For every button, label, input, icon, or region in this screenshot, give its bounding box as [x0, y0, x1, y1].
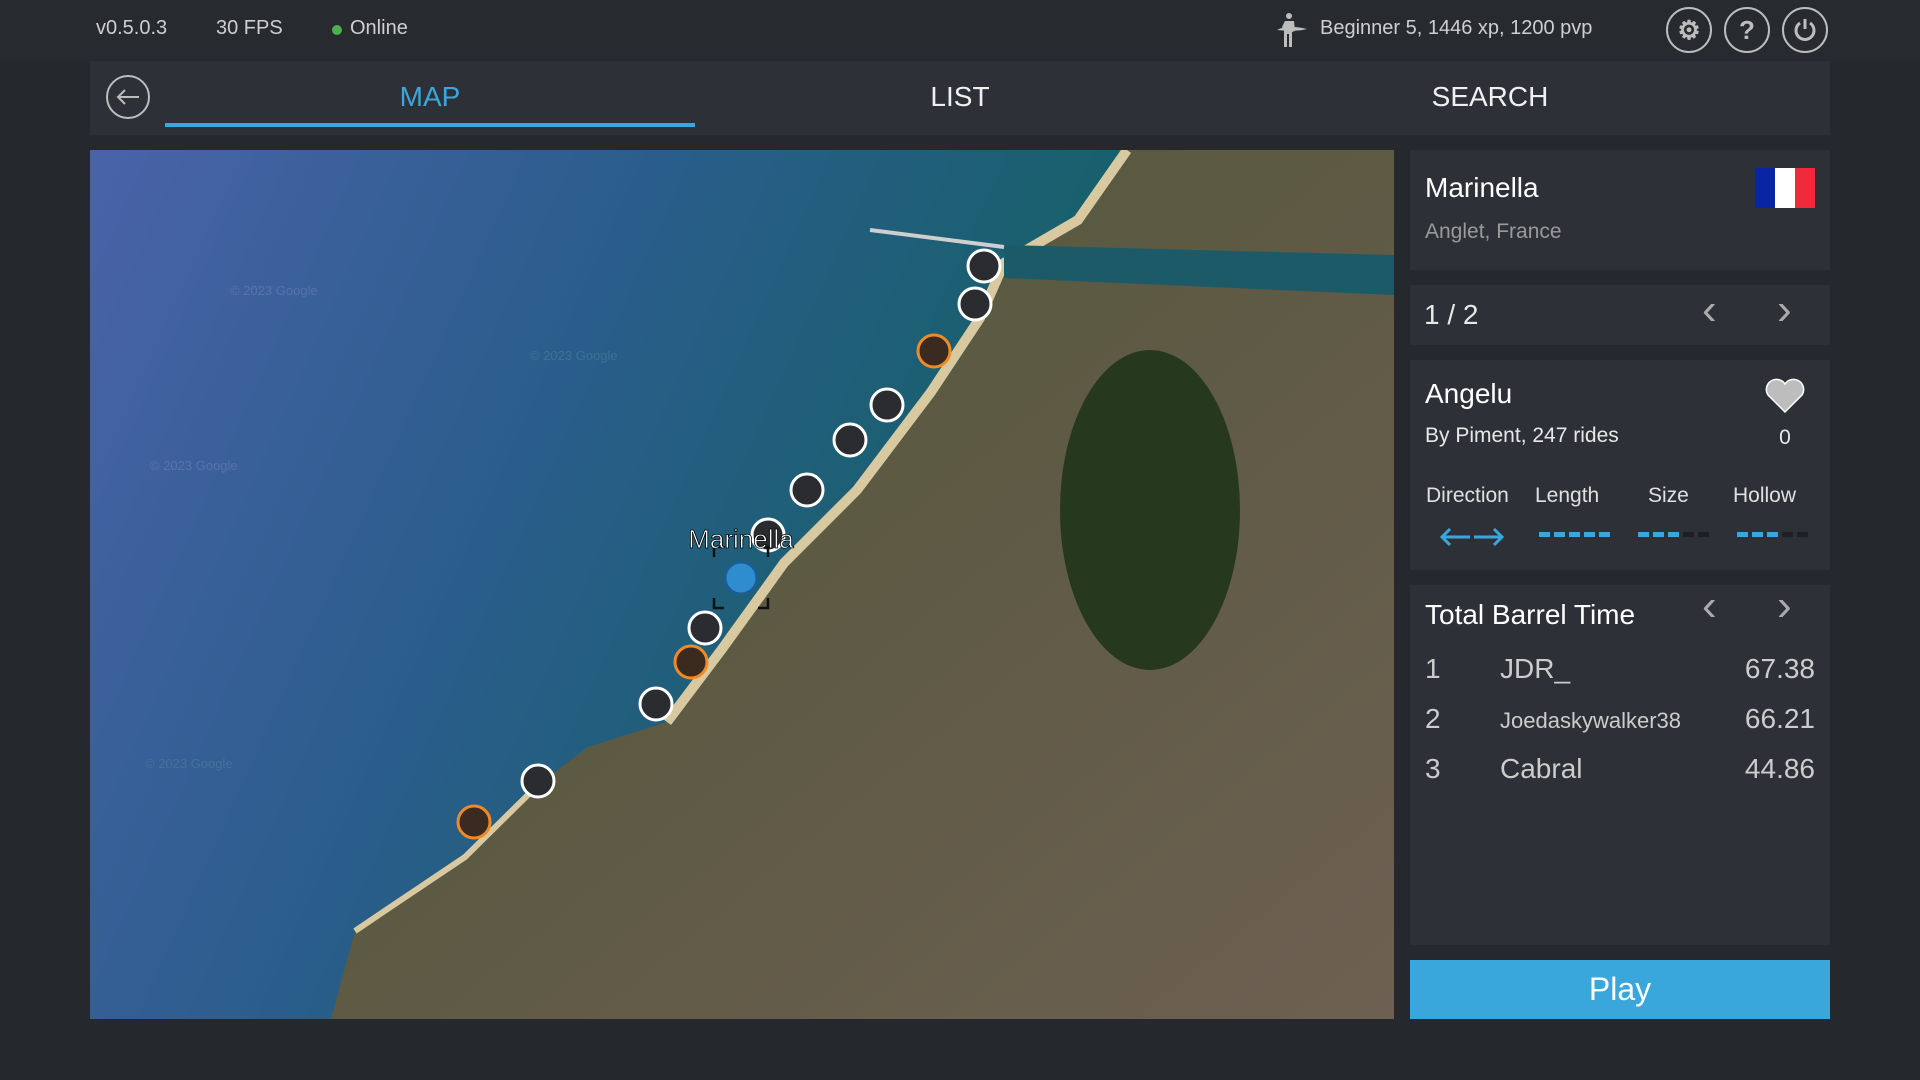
player-stats: Beginner 5, 1446 xp, 1200 pvp	[1320, 17, 1593, 39]
heart-icon[interactable]	[1764, 378, 1806, 414]
level-segment	[1584, 532, 1595, 537]
level-segment	[1683, 532, 1694, 537]
power-icon	[1794, 19, 1816, 41]
chevron-left-icon: ‹	[1702, 581, 1717, 630]
settings-icon: ⚙	[1677, 14, 1701, 45]
tab-map[interactable]: MAP	[165, 81, 695, 113]
rank: 1	[1425, 653, 1441, 684]
level-segment	[1698, 532, 1709, 537]
surfer-icon	[1277, 13, 1307, 47]
location-name: Marinella	[1425, 172, 1539, 203]
settings-button[interactable]: ⚙	[1666, 7, 1712, 53]
prev-leaderboard-button[interactable]: ‹	[1702, 581, 1717, 631]
spot-marker[interactable]	[789, 472, 825, 508]
level-segment	[1599, 532, 1610, 537]
likes-count: 0	[1779, 426, 1791, 449]
fps-label: 30 FPS	[216, 17, 283, 39]
level-segment	[1539, 532, 1550, 537]
length-level-bar	[1539, 532, 1610, 537]
spot-marker[interactable]	[687, 610, 723, 646]
selected-spot-marker[interactable]	[723, 560, 759, 596]
hollow-label: Hollow	[1733, 484, 1797, 507]
spot-marker[interactable]	[638, 686, 674, 722]
version-label: v0.5.0.3	[96, 17, 168, 39]
spot-byline: By Piment, 247 rides	[1425, 424, 1619, 447]
satellite-map[interactable]: © 2023 Google © 2023 Google © 2023 Googl…	[90, 150, 1394, 1019]
arrow-left-icon	[116, 89, 139, 105]
chevron-right-icon: ›	[1777, 581, 1792, 630]
spot-marker-orange[interactable]	[673, 644, 709, 680]
play-button[interactable]: Play	[1410, 960, 1830, 1019]
score: 44.86	[1744, 753, 1815, 784]
level-segment	[1782, 532, 1793, 537]
online-status: Online	[350, 17, 408, 39]
tab-list[interactable]: LIST	[695, 81, 1225, 113]
chevron-right-icon: ›	[1777, 285, 1792, 334]
svg-text:© 2023 Google: © 2023 Google	[145, 756, 233, 771]
level-segment	[1797, 532, 1808, 537]
level-segment	[1638, 532, 1649, 537]
level-segment	[1737, 532, 1748, 537]
level-segment	[1554, 532, 1565, 537]
tab-bar: MAP LIST SEARCH	[90, 61, 1830, 135]
chevron-left-icon: ‹	[1702, 285, 1717, 334]
score: 67.38	[1744, 653, 1815, 684]
leaderboard-card: Total Barrel Time ‹ › 1 JDR_ 67.38 2 Joe…	[1410, 581, 1830, 945]
svg-text:© 2023 Google: © 2023 Google	[530, 348, 618, 363]
rank: 3	[1425, 753, 1441, 784]
score: 66.21	[1744, 703, 1815, 734]
hollow-level-bar	[1737, 532, 1808, 537]
spot-marker[interactable]	[966, 248, 1002, 284]
help-icon: ?	[1739, 14, 1755, 45]
top-bar: v0.5.0.3 30 FPS Online Beginner 5, 1446 …	[0, 0, 1920, 60]
spot-pager: 1 / 2 ‹ ›	[1410, 285, 1830, 345]
level-segment	[1653, 532, 1664, 537]
france-flag	[1755, 168, 1815, 208]
online-status-dot	[332, 25, 342, 35]
active-tab-indicator	[165, 123, 695, 127]
next-spot-button[interactable]: ›	[1777, 285, 1792, 335]
level-segment	[1668, 532, 1679, 537]
level-segment	[1767, 532, 1778, 537]
size-label: Size	[1648, 484, 1689, 507]
spot-card: Angelu By Piment, 247 rides 0 Direction …	[1410, 360, 1830, 570]
spot-marker[interactable]	[869, 387, 905, 423]
player-name: JDR_	[1500, 653, 1571, 684]
leaderboard-title: Total Barrel Time	[1425, 599, 1636, 630]
prev-spot-button[interactable]: ‹	[1702, 285, 1717, 335]
back-button[interactable]	[106, 75, 150, 119]
location-region: Anglet, France	[1425, 220, 1562, 243]
player-name: Cabral	[1500, 753, 1583, 784]
player-name: Joedaskywalker38	[1500, 708, 1681, 733]
map-watermark: © 2023 Google	[230, 283, 318, 298]
level-segment	[1752, 532, 1763, 537]
pager-text: 1 / 2	[1424, 299, 1479, 330]
help-button[interactable]: ?	[1724, 7, 1770, 53]
size-level-bar	[1638, 532, 1709, 537]
tab-search[interactable]: SEARCH	[1225, 81, 1755, 113]
selected-spot-label: Marinella	[688, 524, 794, 554]
length-label: Length	[1535, 484, 1600, 507]
power-button[interactable]	[1782, 7, 1828, 53]
spot-marker-orange[interactable]	[916, 333, 952, 369]
spot-marker-orange[interactable]	[456, 804, 492, 840]
svg-text:© 2023 Google: © 2023 Google	[150, 458, 238, 473]
spot-name: Angelu	[1425, 378, 1513, 409]
location-card: Marinella Anglet, France	[1410, 150, 1830, 270]
spot-marker[interactable]	[957, 286, 993, 322]
spot-marker[interactable]	[832, 422, 868, 458]
bidirectional-arrow-icon	[1440, 527, 1504, 547]
direction-label: Direction	[1426, 484, 1509, 507]
level-segment	[1569, 532, 1580, 537]
forest-area	[1060, 350, 1240, 670]
rank: 2	[1425, 703, 1441, 734]
spot-marker[interactable]	[520, 763, 556, 799]
next-leaderboard-button[interactable]: ›	[1777, 581, 1792, 631]
